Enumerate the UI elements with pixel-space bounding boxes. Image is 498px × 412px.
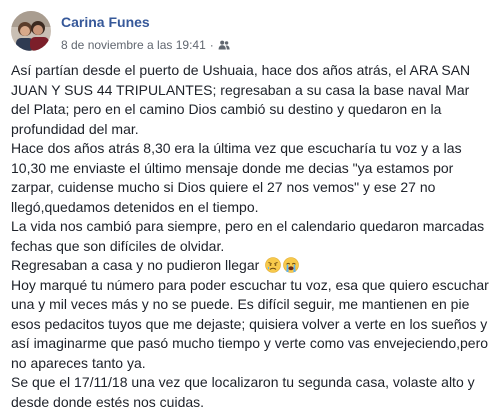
meta-separator: · <box>209 38 214 52</box>
facebook-post: Carina Funes 8 de noviembre a las 19:41 … <box>0 0 498 410</box>
sad-but-relieved-face-emoji <box>265 257 281 273</box>
avatar[interactable] <box>11 11 51 51</box>
profile-photo <box>11 11 51 51</box>
post-paragraph: Regresaban a casa y no pudieron llegar <box>11 257 260 273</box>
post-meta: 8 de noviembre a las 19:41 · <box>61 37 230 53</box>
post-paragraph: Hoy marqué tu número para poder escuchar… <box>11 276 489 371</box>
post-header: Carina Funes 8 de noviembre a las 19:41 … <box>0 0 498 58</box>
friends-icon[interactable] <box>218 39 230 51</box>
post-paragraph: La vida nos cambió para siempre, pero en… <box>11 218 485 254</box>
post-paragraph: Se que el 17/11/18 una vez que localizar… <box>11 374 475 410</box>
post-timestamp[interactable]: 8 de noviembre a las 19:41 <box>61 38 206 52</box>
loudly-crying-face-emoji <box>283 257 299 273</box>
post-paragraph: Hace dos años atrás 8,30 era la última v… <box>11 140 462 215</box>
post-paragraph-with-emoji: Regresaban a casa y no pudieron llegar <box>11 256 489 276</box>
post-paragraph: Así partían desde el puerto de Ushuaia, … <box>11 62 471 137</box>
author-name[interactable]: Carina Funes <box>61 14 150 30</box>
post-text: Así partían desde el puerto de Ushuaia, … <box>11 61 489 412</box>
